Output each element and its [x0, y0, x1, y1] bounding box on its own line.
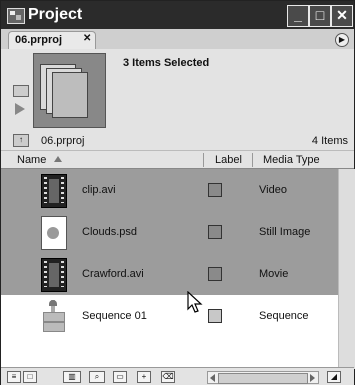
list-item-crawford[interactable]: Crawford.avi Movie — [1, 253, 338, 295]
item-media-type: Sequence — [259, 310, 309, 322]
preview-thumbnail — [33, 53, 106, 128]
item-name: clip.avi — [82, 184, 116, 196]
tab-label: 06.prproj — [15, 34, 63, 46]
column-divider[interactable] — [203, 153, 204, 167]
trash-icon[interactable]: ⌫ — [161, 371, 175, 383]
tab-project[interactable]: 06.prproj ✕ — [8, 31, 96, 50]
film-audio-icon — [41, 258, 67, 292]
preview-area: 3 Items Selected — [1, 49, 354, 131]
sort-ascending-icon[interactable] — [54, 156, 62, 162]
panel-menu-icon[interactable]: ▶ — [335, 33, 349, 47]
window-title: Project — [28, 6, 83, 23]
column-name[interactable]: Name — [17, 154, 46, 166]
parent-bin-icon[interactable]: ↑ — [13, 134, 29, 147]
scroll-right-icon[interactable] — [310, 374, 315, 382]
icon-view-icon[interactable]: □ — [23, 371, 37, 383]
tab-bar: 06.prproj ✕ ▶ — [1, 29, 354, 50]
film-icon — [41, 174, 67, 208]
bin-bar: ↑ 06.prproj 4 Items — [1, 131, 354, 151]
item-list: clip.avi Video Clouds.psd Still Image Cr… — [1, 169, 354, 369]
item-media-type: Movie — [259, 268, 289, 280]
scroll-thumb[interactable] — [218, 373, 308, 384]
label-color-swatch[interactable] — [208, 183, 222, 197]
play-icon[interactable] — [15, 103, 25, 115]
list-item-clouds[interactable]: Clouds.psd Still Image — [1, 211, 338, 253]
resize-grip-icon[interactable]: ◢ — [327, 371, 341, 383]
photoshop-file-icon — [41, 216, 67, 250]
vertical-scrollbar[interactable] — [338, 169, 355, 369]
selection-summary: 3 Items Selected — [123, 57, 210, 69]
sequence-icon — [41, 300, 65, 332]
tab-close-icon[interactable]: ✕ — [83, 33, 91, 44]
column-divider[interactable] — [252, 153, 253, 167]
label-color-swatch[interactable] — [208, 225, 222, 239]
item-name: Clouds.psd — [82, 226, 138, 238]
horizontal-scrollbar[interactable] — [207, 371, 319, 384]
scroll-left-icon[interactable] — [210, 374, 215, 382]
list-item-sequence[interactable]: Sequence 01 Sequence — [1, 295, 338, 337]
bin-name: 06.prproj — [41, 135, 85, 147]
minimize-button[interactable]: _ — [287, 5, 309, 27]
stacked-doc-icon — [52, 72, 88, 118]
poster-frame-icon[interactable] — [13, 85, 29, 97]
close-button[interactable]: ✕ — [331, 5, 353, 27]
column-media-type[interactable]: Media Type — [263, 154, 320, 166]
new-item-icon[interactable]: + — [137, 371, 151, 383]
item-media-type: Still Image — [259, 226, 311, 238]
maximize-button[interactable]: □ — [309, 5, 331, 27]
label-color-swatch[interactable] — [208, 309, 222, 323]
list-item-clip[interactable]: clip.avi Video — [1, 169, 338, 211]
project-window: Project _ □ ✕ 06.prproj ✕ ▶ 3 Items Sele… — [0, 0, 355, 385]
bottom-toolbar: ≡ □ ▥ ⌕ ▭ + ⌫ ◢ — [1, 367, 354, 385]
list-view-icon[interactable]: ≡ — [7, 371, 21, 383]
project-app-icon — [7, 8, 25, 24]
item-name: Crawford.avi — [82, 268, 144, 280]
column-header: Name Label Media Type — [1, 151, 354, 169]
item-name: Sequence 01 — [82, 310, 147, 322]
item-count: 4 Items — [311, 135, 348, 147]
label-color-swatch[interactable] — [208, 267, 222, 281]
new-bin-icon[interactable]: ▭ — [113, 371, 127, 383]
mouse-pointer-icon — [187, 291, 203, 313]
item-media-type: Video — [259, 184, 287, 196]
column-label[interactable]: Label — [215, 154, 242, 166]
title-bar[interactable]: Project _ □ ✕ — [1, 1, 354, 29]
find-icon[interactable]: ⌕ — [89, 371, 105, 383]
automate-to-sequence-icon[interactable]: ▥ — [63, 371, 81, 383]
